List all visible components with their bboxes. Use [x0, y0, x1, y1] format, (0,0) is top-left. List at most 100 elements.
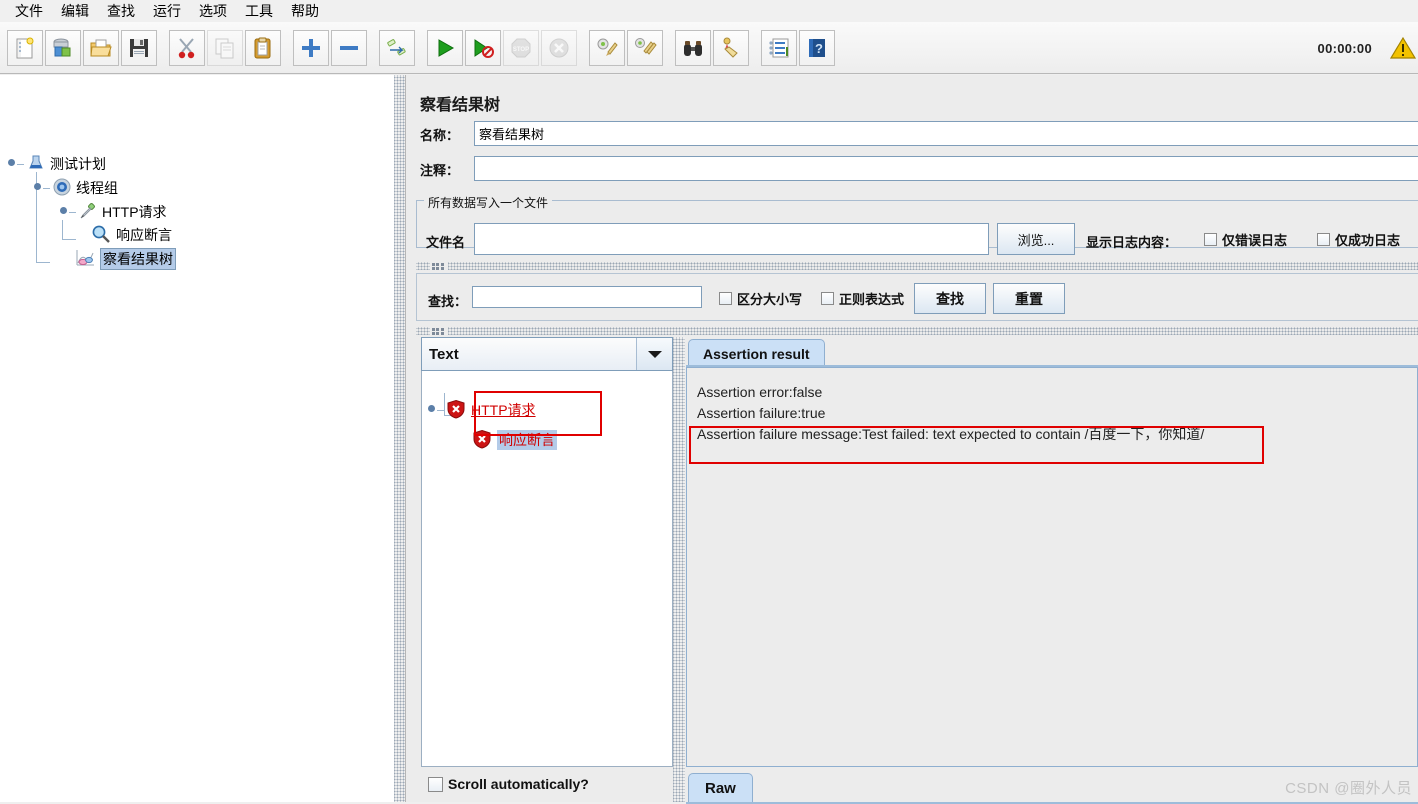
splitter-grip[interactable]	[430, 262, 448, 270]
browse-button[interactable]: 浏览...	[997, 223, 1075, 255]
menu-edit[interactable]: 编辑	[52, 0, 98, 23]
reset-button[interactable]: 重置	[993, 283, 1065, 314]
regex-checkbox-box[interactable]	[821, 292, 834, 305]
chevron-down-icon[interactable]	[636, 338, 672, 370]
name-label: 名称：	[420, 128, 460, 143]
reset-search-icon[interactable]	[713, 29, 749, 66]
test-plan-tree[interactable]: 测试计划 线程组 HTTP请求 响应断言 察看结果树	[0, 75, 394, 802]
detail-tabstrip: Assertion result	[686, 337, 1418, 367]
horizontal-splitter-top[interactable]	[416, 262, 1418, 270]
svg-text:?: ?	[815, 41, 823, 56]
new-document-icon[interactable]	[7, 29, 43, 66]
successes-only-checkbox[interactable]: 仅成功日志	[1317, 230, 1400, 249]
result-label-response-assertion: 响应断言	[497, 430, 557, 450]
svg-text:STOP: STOP	[513, 47, 529, 53]
scroll-automatically-checkbox-box[interactable]	[428, 776, 443, 792]
search-button[interactable]: 查找	[914, 283, 986, 314]
tree-node-test-plan[interactable]: 测试计划	[6, 153, 106, 175]
shutdown-icon[interactable]	[541, 29, 577, 66]
main-vertical-splitter[interactable]	[394, 75, 405, 802]
templates-icon[interactable]	[45, 29, 81, 66]
results-vertical-splitter[interactable]	[673, 337, 685, 802]
menu-options[interactable]: 选项	[190, 0, 236, 23]
horizontal-splitter-bottom[interactable]	[416, 327, 1418, 335]
case-sensitive-label: 区分大小写	[737, 292, 803, 307]
comment-input[interactable]	[474, 156, 1418, 181]
result-label-http-request: HTTP请求	[471, 402, 536, 418]
response-assertion-icon	[90, 223, 112, 248]
tree-expand-handle[interactable]	[426, 404, 437, 416]
start-no-pauses-icon[interactable]	[465, 29, 501, 66]
tree-expand-handle[interactable]	[58, 206, 69, 218]
menu-bar: 文件 编辑 查找 运行 选项 工具 帮助	[0, 0, 1418, 22]
toolbar-group-clear	[588, 29, 664, 66]
toolbar-group-run: STOP	[426, 29, 578, 66]
view-results-tree-icon	[74, 248, 96, 271]
case-sensitive-checkbox[interactable]: 区分大小写	[719, 289, 802, 308]
menu-run[interactable]: 运行	[144, 0, 190, 23]
cut-scissors-icon[interactable]	[169, 29, 205, 66]
warning-triangle-icon[interactable]	[1389, 36, 1417, 63]
tree-expand-handle[interactable]	[32, 182, 43, 194]
sampler-results-tree[interactable]: HTTP请求 响应断言	[421, 371, 673, 767]
toolbar-group-edit	[168, 29, 282, 66]
errors-only-checkbox[interactable]: 仅错误日志	[1204, 230, 1287, 249]
log-display-label: 显示日志内容：	[1086, 235, 1178, 250]
regex-checkbox[interactable]: 正则表达式	[821, 289, 904, 308]
tab-raw[interactable]: Raw	[688, 773, 753, 802]
tab-assertion-result[interactable]: Assertion result	[688, 339, 825, 367]
tree-label-thread-group: 线程组	[76, 180, 118, 196]
toolbar-group-help: ?	[760, 29, 836, 66]
start-run-icon[interactable]	[427, 29, 463, 66]
expand-plus-icon[interactable]	[293, 29, 329, 66]
result-node-response-assertion[interactable]: 响应断言	[472, 429, 557, 451]
menu-file[interactable]: 文件	[6, 0, 52, 23]
assertion-result-body: Assertion error:false Assertion failure:…	[686, 367, 1418, 767]
copy-icon[interactable]	[207, 29, 243, 66]
menu-search[interactable]: 查找	[98, 0, 144, 23]
result-node-http-request[interactable]: HTTP请求	[426, 399, 536, 421]
renderer-select[interactable]: Text	[421, 337, 673, 371]
case-sensitive-checkbox-box[interactable]	[719, 292, 732, 305]
test-plan-icon	[26, 153, 46, 176]
scroll-automatically-checkbox[interactable]: Scroll automatically?	[421, 769, 673, 799]
toolbar-group-file	[6, 29, 158, 66]
save-icon[interactable]	[121, 29, 157, 66]
tree-label-response-assertion: 响应断言	[116, 227, 172, 243]
tree-node-response-assertion[interactable]: 响应断言	[90, 224, 172, 246]
page-title: 察看结果树	[420, 97, 501, 114]
search-binoculars-icon[interactable]	[675, 29, 711, 66]
menu-tools[interactable]: 工具	[236, 0, 282, 23]
search-label: 查找：	[428, 294, 468, 309]
search-input[interactable]	[472, 286, 702, 308]
toolbar-group-toggle	[378, 29, 416, 66]
filename-label: 文件名	[426, 235, 466, 250]
stop-icon[interactable]: STOP	[503, 29, 539, 66]
clear-all-icon[interactable]	[627, 29, 663, 66]
errors-only-label: 仅错误日志	[1222, 233, 1288, 248]
results-tree-container: Text HTTP请求 响应断言 Scroll automatically?	[421, 337, 673, 802]
tree-node-http-request[interactable]: HTTP请求	[58, 201, 167, 223]
renderer-select-value: Text	[429, 345, 459, 363]
comment-row: 注释：	[420, 160, 459, 179]
tree-node-view-results-tree[interactable]: 察看结果树	[74, 248, 176, 270]
tree-expand-handle[interactable]	[6, 158, 17, 170]
function-helper-icon[interactable]	[761, 29, 797, 66]
assertion-line-1: Assertion error:false	[697, 384, 823, 400]
help-book-icon[interactable]: ?	[799, 29, 835, 66]
paste-clipboard-icon[interactable]	[245, 29, 281, 66]
open-folder-icon[interactable]	[83, 29, 119, 66]
splitter-grip[interactable]	[430, 327, 448, 335]
collapse-minus-icon[interactable]	[331, 29, 367, 66]
toggle-icon[interactable]	[379, 29, 415, 66]
clear-icon[interactable]	[589, 29, 625, 66]
errors-only-checkbox-box[interactable]	[1204, 233, 1217, 246]
tree-label-test-plan: 测试计划	[50, 156, 106, 172]
filename-input[interactable]	[474, 223, 989, 255]
menu-help[interactable]: 帮助	[282, 0, 328, 23]
name-input[interactable]: 察看结果树	[474, 121, 1418, 146]
successes-only-checkbox-box[interactable]	[1317, 233, 1330, 246]
toolbar-group-search	[674, 29, 750, 66]
tree-node-thread-group[interactable]: 线程组	[32, 177, 118, 199]
error-shield-icon	[472, 429, 492, 452]
